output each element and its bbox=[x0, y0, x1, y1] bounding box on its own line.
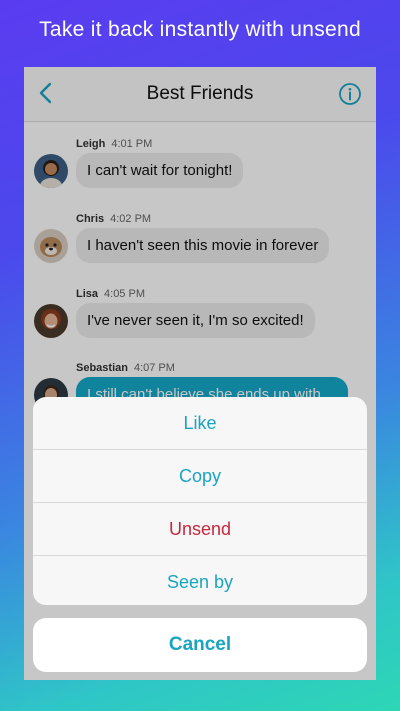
action-sheet: Like Copy Unsend Seen by bbox=[33, 397, 367, 605]
unsend-action[interactable]: Unsend bbox=[33, 503, 367, 556]
phone-screen: Best Friends Leigh 4:01 PM I can't wait f… bbox=[24, 67, 376, 680]
like-action[interactable]: Like bbox=[33, 397, 367, 450]
copy-action[interactable]: Copy bbox=[33, 450, 367, 503]
cancel-button[interactable]: Cancel bbox=[33, 618, 367, 672]
seen-by-action[interactable]: Seen by bbox=[33, 556, 367, 605]
promo-headline: Take it back instantly with unsend bbox=[39, 18, 361, 41]
